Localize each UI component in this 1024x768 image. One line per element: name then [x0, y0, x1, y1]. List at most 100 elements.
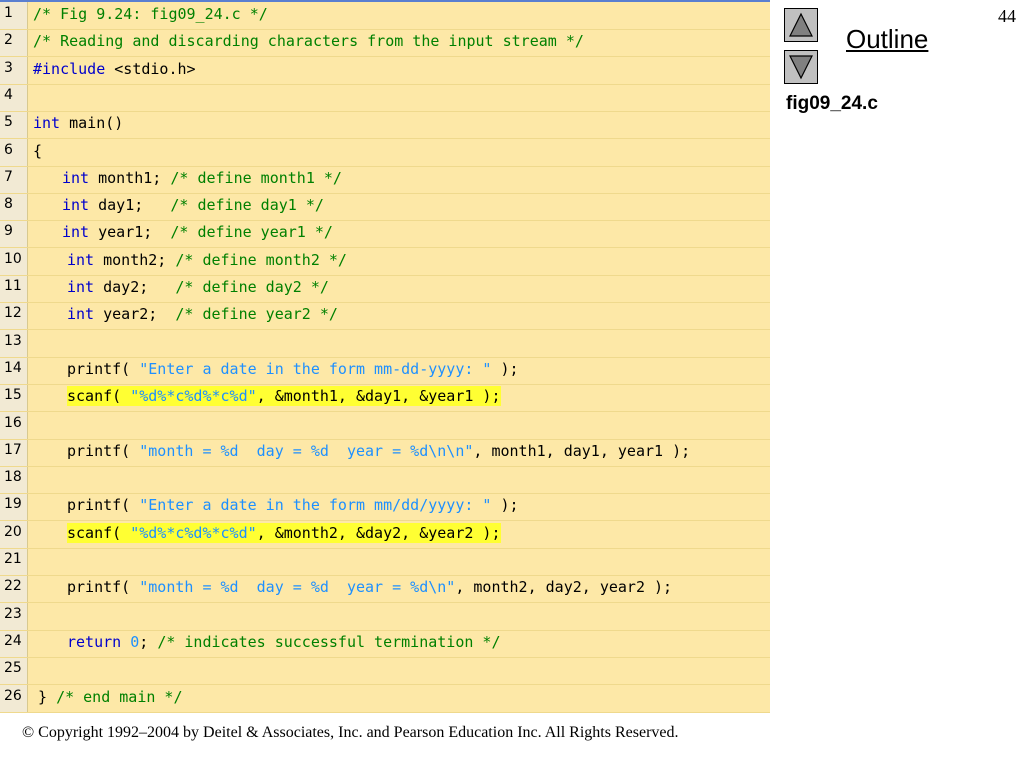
- page-number: 44: [998, 6, 1016, 26]
- code-token: year1;: [89, 223, 171, 242]
- line-number: 26: [4, 687, 22, 704]
- code-token: year2;: [94, 305, 176, 324]
- code-line: 18: [0, 466, 770, 495]
- code-line: 21: [0, 548, 770, 576]
- line-number: 9: [4, 223, 13, 240]
- code-line: 3 #include <stdio.h>: [0, 57, 770, 85]
- code-token: "%d%*c%d%*c%d": [130, 387, 257, 406]
- code-line: 25: [0, 657, 770, 686]
- code-text: } /* end main */: [38, 687, 183, 707]
- line-number: 4: [4, 86, 13, 103]
- code-token: int: [33, 114, 61, 133]
- code-token: {: [33, 141, 43, 160]
- copyright-notice: © Copyright 1992–2004 by Deitel & Associ…: [22, 724, 679, 741]
- code-token: "Enter a date in the form mm-dd-yyyy: ": [139, 359, 492, 378]
- code-line: 9 int year1; /* define year1 */: [0, 220, 770, 249]
- code-token: month2;: [94, 250, 176, 269]
- code-token: , &month2, &day2, &year2 );: [256, 523, 501, 542]
- code-line: 24 return 0; /* indicates successful term…: [0, 630, 770, 658]
- outline-link[interactable]: Outline: [846, 24, 928, 55]
- outline-down-button[interactable]: [784, 50, 818, 84]
- line-number: 14: [4, 359, 22, 376]
- code-line: 10 int month2; /* define month2 */: [0, 248, 770, 276]
- code-token: int: [62, 168, 90, 187]
- code-token: );: [491, 359, 519, 378]
- code-token: /* define month1 */: [170, 168, 342, 187]
- code-token: scanf(: [67, 523, 131, 542]
- code-text: int day1; /* define day1 */: [62, 195, 324, 215]
- code-text: int day2; /* define day2 */: [67, 277, 329, 297]
- code-token: int: [67, 250, 95, 269]
- code-token: "month = %d day = %d year = %d\n": [139, 578, 456, 597]
- code-token: /* define month2 */: [175, 250, 347, 269]
- code-token: scanf(: [67, 387, 131, 406]
- code-token: }: [38, 687, 57, 706]
- code-token: return: [67, 632, 122, 651]
- code-token: ;: [139, 632, 158, 651]
- line-number: 17: [4, 441, 22, 458]
- line-number: 16: [4, 414, 22, 431]
- code-token: /* define day2 */: [175, 278, 329, 296]
- line-number: 13: [4, 332, 22, 349]
- code-token: int: [62, 196, 90, 215]
- code-token: /* define year1 */: [170, 223, 333, 242]
- line-number: 25: [4, 660, 22, 677]
- code-line: 2 /* Reading and discarding characters fr…: [0, 29, 770, 58]
- code-token: month1;: [89, 168, 171, 187]
- code-token: /* Reading and discarding characters fro…: [33, 32, 584, 51]
- code-text: /* Fig 9.24: fig09_24.c */: [33, 4, 268, 24]
- code-token: printf(: [67, 496, 140, 515]
- code-text: printf( "month = %d day = %d year = %d\n…: [67, 577, 672, 597]
- code-token: day1;: [89, 196, 171, 215]
- line-number: 11: [4, 278, 22, 294]
- code-line: 22 printf( "month = %d day = %d year = %d…: [0, 575, 770, 604]
- filename-label: fig09_24.c: [786, 93, 878, 114]
- code-text: printf( "Enter a date in the form mm/dd/…: [67, 495, 519, 515]
- line-number: 20: [4, 523, 22, 540]
- line-number: 6: [4, 141, 13, 158]
- code-token: , month1, day1, year1 );: [473, 441, 691, 460]
- code-text: int year2; /* define year2 */: [67, 304, 338, 324]
- code-token: /* define year2 */: [175, 305, 338, 324]
- code-listing-panel: 1 /* Fig 9.24: fig09_24.c */ 2 /* Reading a…: [0, 0, 770, 713]
- line-number: 18: [4, 469, 22, 486]
- line-number: 23: [4, 605, 22, 622]
- code-line: 23: [0, 603, 770, 631]
- code-line: 15 scanf( "%d%*c%d%*c%d", &month1, &day1,…: [0, 384, 770, 413]
- code-token: /* end main */: [56, 687, 183, 706]
- code-line: 12 int year2; /* define year2 */: [0, 302, 770, 331]
- code-token: <stdio.h>: [105, 59, 196, 78]
- outline-up-button[interactable]: [784, 8, 818, 42]
- code-text: int main(): [33, 113, 123, 133]
- code-line: 14 printf( "Enter a date in the form mm-d…: [0, 357, 770, 385]
- line-number: 1: [4, 5, 13, 21]
- code-text: int year1; /* define year1 */: [62, 222, 333, 242]
- code-text: #include <stdio.h>: [33, 59, 196, 79]
- line-number: 24: [4, 632, 22, 649]
- line-number: 21: [4, 551, 22, 567]
- code-token: "%d%*c%d%*c%d": [130, 523, 257, 542]
- line-number: 7: [4, 168, 13, 185]
- code-token: main(): [60, 114, 124, 133]
- code-text: printf( "Enter a date in the form mm-dd-…: [67, 359, 519, 379]
- line-number: 22: [4, 578, 22, 595]
- code-line: 13: [0, 330, 770, 358]
- highlighted-code-text: scanf( "%d%*c%d%*c%d", &month1, &day1, &…: [67, 386, 501, 407]
- line-number: 5: [4, 114, 13, 131]
- code-text: return 0; /* indicates successful termin…: [67, 632, 500, 652]
- line-number: 10: [4, 250, 22, 267]
- code-line: 6{: [0, 139, 770, 167]
- code-token: "month = %d day = %d year = %d\n\n": [139, 441, 474, 460]
- code-token: "Enter a date in the form mm/dd/yyyy: ": [139, 496, 492, 515]
- code-token: 0: [130, 632, 140, 651]
- line-number: 15: [4, 387, 22, 404]
- line-number: 12: [4, 305, 22, 322]
- code-line: 17 printf( "month = %d day = %d year = %d…: [0, 439, 770, 467]
- code-token: /* define day1 */: [170, 196, 324, 215]
- code-token: );: [491, 496, 519, 515]
- code-token: int: [67, 278, 95, 296]
- code-text: printf( "month = %d day = %d year = %d\n…: [67, 441, 690, 461]
- code-line: 20 scanf( "%d%*c%d%*c%d", &month2, &day2,…: [0, 521, 770, 549]
- code-token: /* indicates successful termination */: [157, 632, 501, 651]
- code-line: 4: [0, 84, 770, 112]
